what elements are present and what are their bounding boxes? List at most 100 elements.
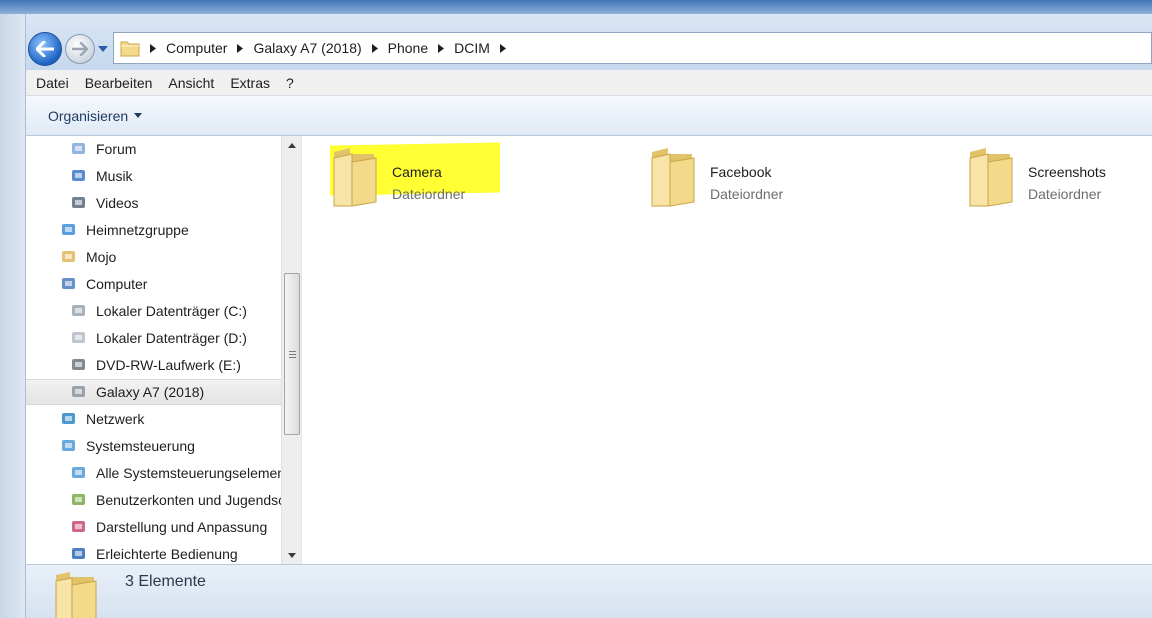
breadcrumb-computer[interactable]: Computer — [166, 40, 227, 56]
nav-item-dvd-rw-laufwerk-e[interactable]: DVD-RW-Laufwerk (E:) — [26, 352, 284, 378]
folder-type: Dateiordner — [392, 186, 466, 202]
folder-tile-facebook[interactable]: Facebook Dateiordner — [648, 144, 948, 208]
user-accounts-icon — [72, 494, 85, 505]
menu-ansicht[interactable]: Ansicht — [168, 75, 214, 91]
control-panel-items-icon — [72, 467, 85, 478]
chevron-right-icon — [150, 43, 156, 53]
file-list: Camera Dateiordner Facebook Dateiordner … — [302, 136, 1152, 564]
nav-item-label: Computer — [86, 276, 148, 292]
phone-icon — [72, 386, 85, 397]
forward-button[interactable] — [65, 34, 95, 64]
folder-type: Dateiordner — [710, 186, 784, 202]
nav-item-label: DVD-RW-Laufwerk (E:) — [96, 357, 241, 373]
breadcrumb-separator[interactable] — [370, 39, 380, 57]
recent-pages-dropdown[interactable] — [97, 44, 109, 54]
arrow-up-icon — [288, 142, 296, 148]
breadcrumb-galaxy[interactable]: Galaxy A7 (2018) — [253, 40, 361, 56]
folder-tile-screenshots[interactable]: Screenshots Dateiordner — [966, 144, 1152, 208]
nav-item-label: Lokaler Datenträger (D:) — [96, 330, 247, 346]
appearance-icon — [72, 521, 85, 532]
back-button[interactable] — [28, 32, 62, 66]
nav-item-label: Benutzerkonten und Jugendschutz — [96, 492, 284, 508]
scroll-down-button[interactable] — [282, 546, 302, 564]
nav-item-benutzerkonten-und-jugendschutz[interactable]: Benutzerkonten und Jugendschutz — [26, 487, 284, 513]
nav-item-systemsteuerung[interactable]: Systemsteuerung — [26, 433, 284, 459]
folder-icon — [333, 148, 377, 207]
nav-item-netzwerk[interactable]: Netzwerk — [26, 406, 284, 432]
address-bar[interactable]: Computer Galaxy A7 (2018) Phone DCIM — [113, 32, 1152, 64]
nav-item-videos[interactable]: Videos — [26, 190, 284, 216]
arrow-left-icon — [36, 41, 54, 57]
grip-icon — [288, 350, 296, 358]
menu-bar: Datei Bearbeiten Ansicht Extras ? — [26, 70, 1152, 96]
folder-icon — [651, 148, 695, 207]
arrow-down-icon — [288, 552, 296, 558]
folder-tile-camera[interactable]: Camera Dateiordner — [330, 144, 630, 208]
nav-item-computer[interactable]: Computer — [26, 271, 284, 297]
folder-type: Dateiordner — [1028, 186, 1102, 202]
chevron-down-icon — [98, 45, 108, 52]
nav-item-lokaler-datentr-ger-c[interactable]: Lokaler Datenträger (C:) — [26, 298, 284, 324]
folder-icon — [55, 572, 97, 618]
folder-icon — [969, 148, 1013, 207]
nav-item-erleichterte-bedienung[interactable]: Erleichterte Bedienung — [26, 541, 284, 564]
details-pane: 3 Elemente — [26, 564, 1152, 618]
arrow-right-icon — [72, 42, 88, 56]
folder-name: Facebook — [710, 164, 772, 180]
nav-item-heimnetzgruppe[interactable]: Heimnetzgruppe — [26, 217, 284, 243]
scroll-thumb[interactable] — [284, 273, 300, 435]
chevron-right-icon — [499, 43, 506, 53]
nav-item-lokaler-datentr-ger-d[interactable]: Lokaler Datenträger (D:) — [26, 325, 284, 351]
navigation-scrollbar[interactable] — [281, 136, 301, 564]
nav-item-label: Forum — [96, 141, 137, 157]
breadcrumb-separator[interactable] — [498, 39, 508, 57]
breadcrumb-dcim[interactable]: DCIM — [454, 40, 490, 56]
breadcrumb-separator[interactable] — [436, 39, 446, 57]
menu-datei[interactable]: Datei — [36, 75, 69, 91]
nav-item-forum[interactable]: Forum — [26, 136, 284, 162]
organize-label: Organisieren — [48, 107, 129, 124]
nav-item-musik[interactable]: Musik — [26, 163, 284, 189]
drive-c-icon — [72, 305, 85, 316]
chevron-down-icon — [134, 113, 143, 118]
chevron-right-icon — [438, 43, 445, 53]
breadcrumb-phone[interactable]: Phone — [388, 40, 428, 56]
computer-icon — [62, 278, 75, 289]
chevron-right-icon — [371, 43, 378, 53]
item-count: 3 Elemente — [125, 573, 206, 590]
homegroup-icon — [62, 224, 75, 235]
command-bar: Organisieren — [26, 96, 1152, 136]
network-icon — [62, 413, 75, 424]
nav-item-galaxy-a7-2018[interactable]: Galaxy A7 (2018) — [26, 379, 284, 405]
breadcrumb-separator[interactable] — [148, 39, 158, 57]
music-icon — [72, 170, 85, 181]
nav-item-label: Lokaler Datenträger (C:) — [96, 303, 247, 319]
nav-item-label: Heimnetzgruppe — [86, 222, 189, 238]
menu-bearbeiten[interactable]: Bearbeiten — [85, 75, 153, 91]
nav-item-label: Musik — [96, 168, 133, 184]
chevron-right-icon — [237, 43, 244, 53]
nav-item-label: Alle Systemsteuerungselemente — [96, 465, 284, 481]
folder-name: Screenshots — [1028, 164, 1106, 180]
videos-icon — [72, 197, 85, 208]
navigation-pane: Forum Musik Videos Heimnetzgruppe Mojo Comput… — [26, 136, 284, 564]
nav-item-alle-systemsteuerungselemente[interactable]: Alle Systemsteuerungselemente — [26, 460, 284, 486]
breadcrumb-separator[interactable] — [235, 39, 245, 57]
control-panel-icon — [62, 440, 75, 451]
folder-icon — [120, 41, 140, 57]
nav-item-label: Mojo — [86, 249, 117, 265]
nav-item-darstellung-und-anpassung[interactable]: Darstellung und Anpassung — [26, 514, 284, 540]
menu-extras[interactable]: Extras — [230, 75, 270, 91]
forum-icon — [72, 143, 85, 154]
nav-item-label: Galaxy A7 (2018) — [96, 384, 205, 400]
dvd-drive-icon — [72, 359, 85, 370]
nav-item-label: Darstellung und Anpassung — [96, 519, 268, 535]
organize-button[interactable]: Organisieren — [48, 107, 143, 124]
nav-item-mojo[interactable]: Mojo — [26, 244, 284, 270]
user-folder-icon — [62, 251, 75, 262]
nav-item-label: Videos — [96, 195, 139, 211]
menu-help[interactable]: ? — [286, 75, 294, 91]
scroll-up-button[interactable] — [282, 136, 302, 154]
window-title-strip — [0, 0, 1152, 14]
nav-item-label: Netzwerk — [86, 411, 145, 427]
